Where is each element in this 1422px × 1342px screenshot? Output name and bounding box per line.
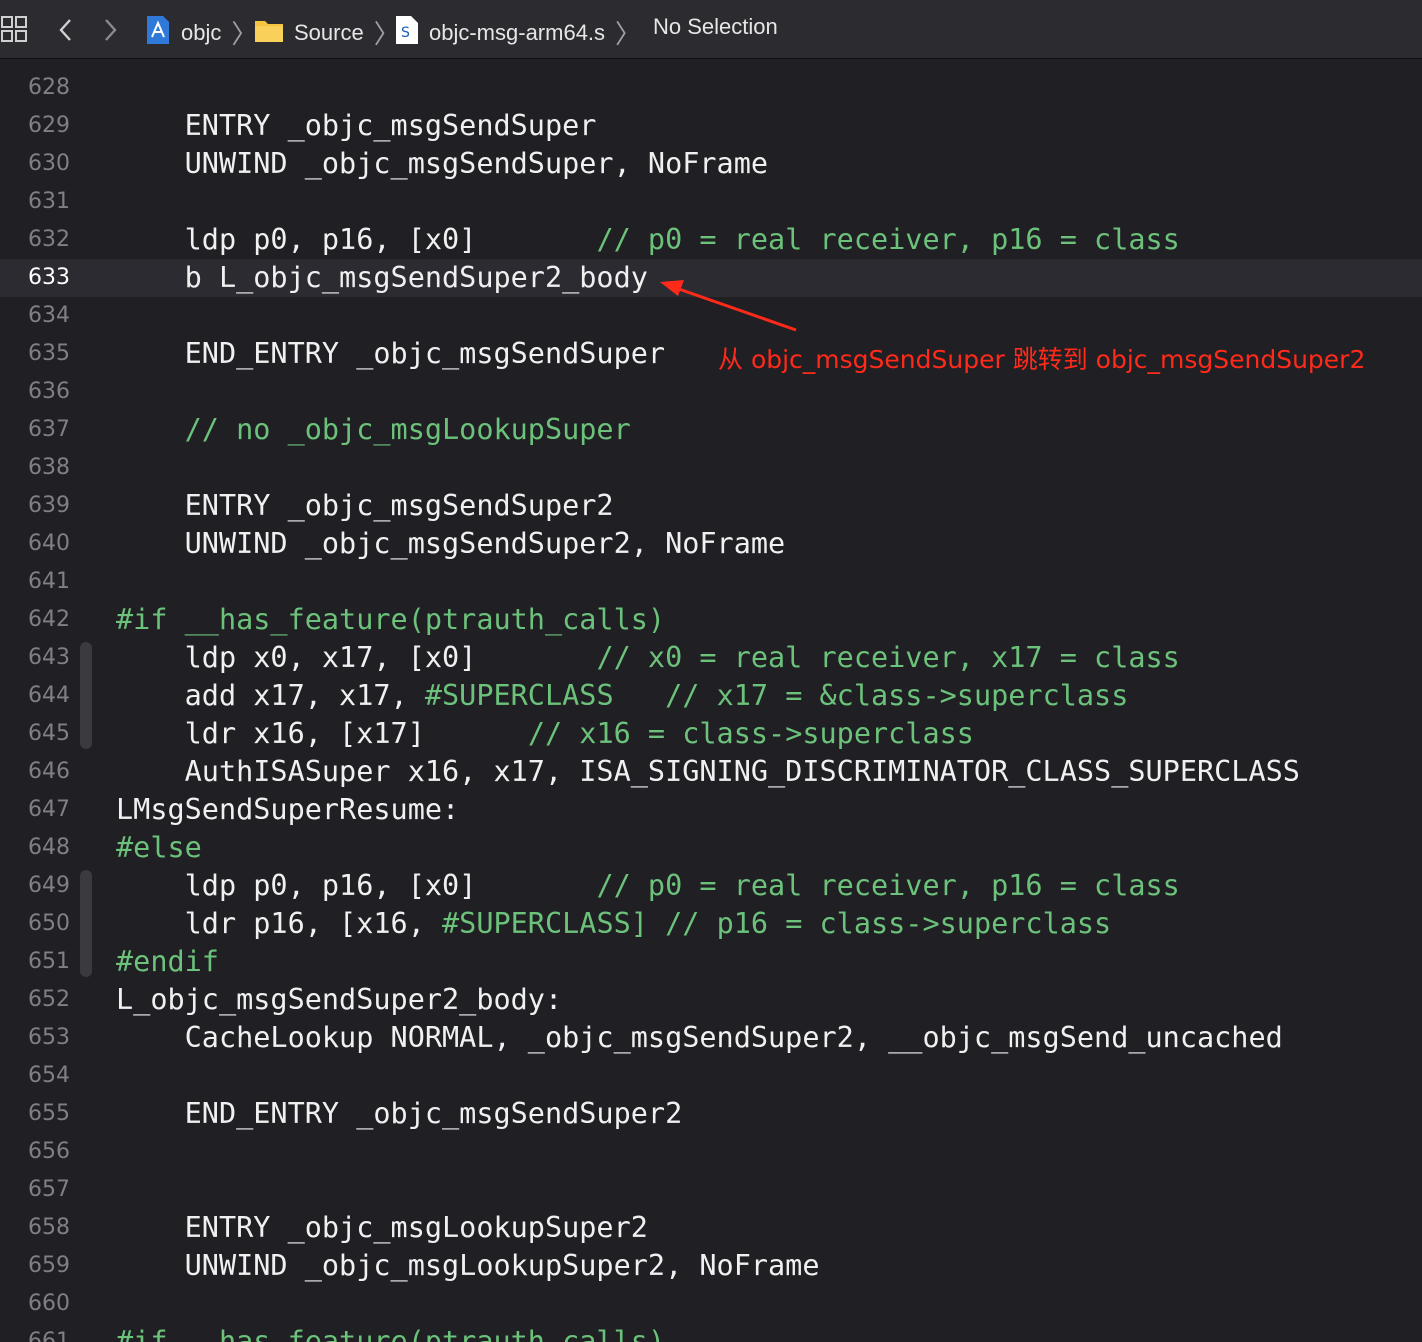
annotation-arrow bbox=[660, 280, 797, 332]
annotation-label: 从 objc_msgSendSuper 跳转到 objc_msgSendSupe… bbox=[718, 345, 1366, 374]
